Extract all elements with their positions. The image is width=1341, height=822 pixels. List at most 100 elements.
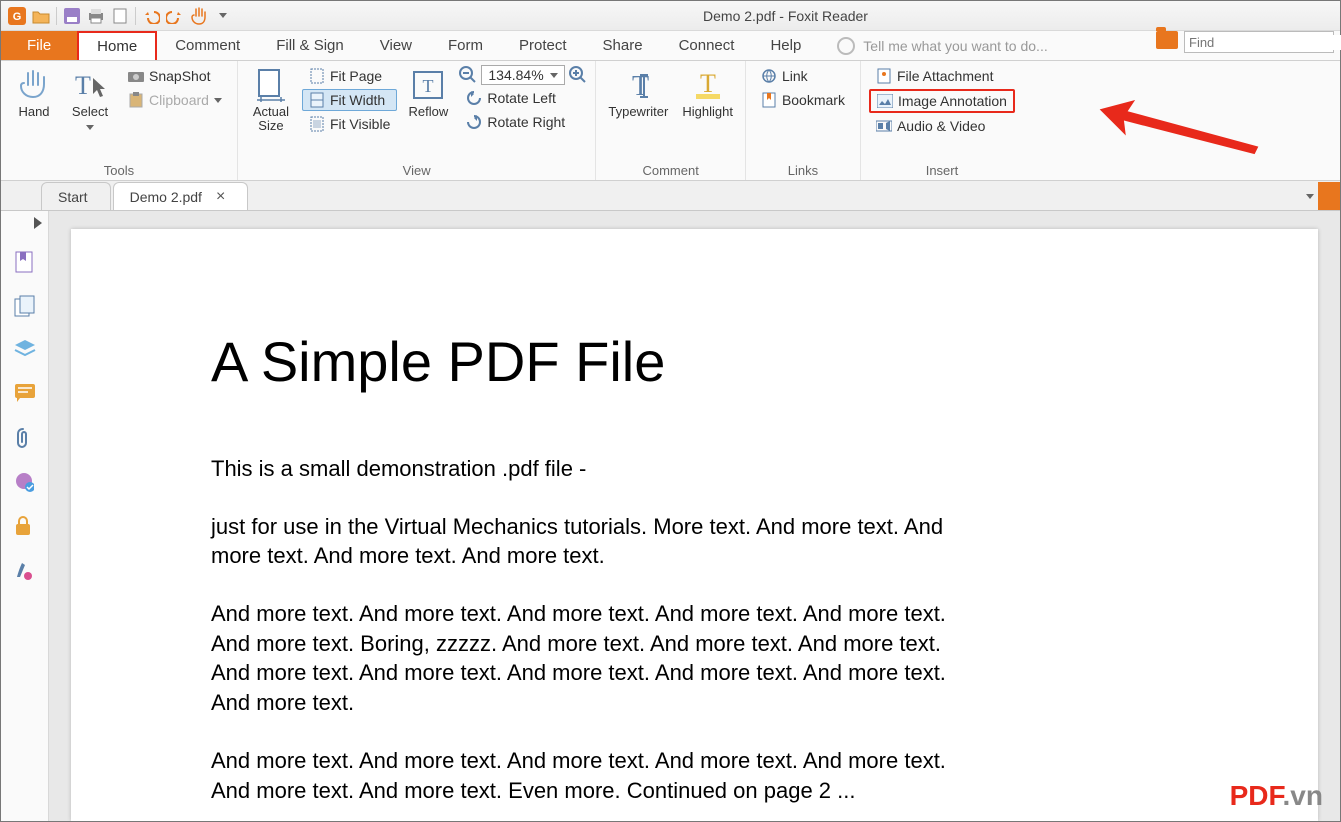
bulb-icon (837, 37, 855, 55)
snapshot-label: SnapShot (149, 68, 211, 84)
link-button[interactable]: Link (754, 65, 852, 87)
tab-home[interactable]: Home (77, 31, 157, 60)
security-panel-icon[interactable] (14, 515, 36, 537)
zoom-value-field[interactable]: 134.84% (481, 65, 565, 85)
tell-me-search[interactable]: Tell me what you want to do... (837, 31, 1047, 60)
open-icon[interactable] (29, 4, 53, 28)
qat-dropdown-icon[interactable] (211, 4, 235, 28)
doctab-menu-icon[interactable] (1306, 194, 1314, 199)
zoom-controls: 134.84% (459, 65, 587, 85)
rotate-left-label: Rotate Left (487, 90, 556, 106)
audio-video-label: Audio & Video (897, 118, 985, 134)
save-icon[interactable] (60, 4, 84, 28)
page-icon[interactable] (108, 4, 132, 28)
clipboard-icon (128, 92, 144, 108)
fit-page-label: Fit Page (330, 68, 382, 84)
tab-help[interactable]: Help (752, 31, 819, 60)
layers-panel-icon[interactable] (14, 339, 36, 361)
svg-text:T: T (75, 71, 91, 100)
bookmark-icon (761, 92, 777, 108)
select-icon: T (72, 67, 108, 103)
navigation-sidebar (1, 211, 49, 821)
image-annotation-icon (877, 93, 893, 109)
doctab-start[interactable]: Start (41, 182, 111, 210)
tab-file[interactable]: File (1, 31, 77, 60)
quick-access-toolbar: G Demo 2.pdf - Foxit Reader (1, 1, 1340, 31)
hand-button[interactable]: Hand (9, 65, 59, 121)
doc-paragraph: just for use in the Virtual Mechanics tu… (211, 512, 971, 571)
group-insert-label: Insert (869, 161, 1015, 178)
document-view[interactable]: A Simple PDF File This is a small demons… (49, 211, 1340, 821)
tab-fill-sign[interactable]: Fill & Sign (258, 31, 362, 60)
tab-comment[interactable]: Comment (157, 31, 258, 60)
find-input[interactable] (1189, 35, 1341, 50)
image-annotation-button[interactable]: Image Annotation (869, 89, 1015, 113)
hand-label: Hand (18, 105, 49, 119)
rotate-right-button[interactable]: Rotate Right (459, 111, 587, 133)
sign-panel-icon[interactable] (14, 559, 36, 581)
doctab-demo-label: Demo 2.pdf (130, 189, 202, 205)
tab-view[interactable]: View (362, 31, 430, 60)
select-button[interactable]: T Select (65, 65, 115, 136)
attachments-panel-icon[interactable] (14, 427, 36, 449)
bookmark-label: Bookmark (782, 92, 845, 108)
comments-panel-icon[interactable] (14, 383, 36, 405)
actual-size-label: Actual Size (253, 105, 289, 134)
app-logo-icon[interactable]: G (5, 4, 29, 28)
side-panel-toggle[interactable] (1318, 182, 1340, 210)
close-icon[interactable]: × (216, 188, 225, 206)
tab-connect[interactable]: Connect (661, 31, 753, 60)
fit-width-button[interactable]: Fit Width (302, 89, 397, 111)
print-icon[interactable] (84, 4, 108, 28)
bookmark-button[interactable]: Bookmark (754, 89, 852, 111)
clipboard-label: Clipboard (149, 92, 209, 108)
pages-panel-icon[interactable] (14, 295, 36, 317)
doc-paragraph: And more text. And more text. And more t… (211, 599, 971, 718)
typewriter-button[interactable]: T Typewriter (604, 65, 672, 121)
redo-icon[interactable] (163, 4, 187, 28)
actual-size-button[interactable]: Actual Size (246, 65, 296, 136)
fit-width-label: Fit Width (330, 92, 385, 108)
audio-video-icon (876, 118, 892, 134)
doc-heading: A Simple PDF File (211, 329, 1178, 394)
open-folder-icon[interactable] (1156, 31, 1178, 49)
rotate-left-button[interactable]: Rotate Left (459, 87, 587, 109)
bookmarks-panel-icon[interactable] (14, 251, 36, 273)
tab-share[interactable]: Share (585, 31, 661, 60)
zoom-in-icon[interactable] (569, 66, 587, 84)
camera-icon (128, 68, 144, 84)
file-attachment-button[interactable]: File Attachment (869, 65, 1015, 87)
reflow-label: Reflow (409, 105, 449, 119)
group-insert: File Attachment Image Annotation Audio &… (861, 61, 1023, 180)
audio-video-button[interactable]: Audio & Video (869, 115, 1015, 137)
reflow-button[interactable]: T Reflow (403, 65, 453, 121)
hand-qat-icon[interactable] (187, 4, 211, 28)
tab-protect[interactable]: Protect (501, 31, 585, 60)
group-links-label: Links (754, 161, 852, 178)
fit-page-button[interactable]: Fit Page (302, 65, 397, 87)
fit-visible-label: Fit Visible (330, 116, 390, 132)
clipboard-button[interactable]: Clipboard (121, 89, 229, 111)
tell-me-label: Tell me what you want to do... (863, 38, 1047, 54)
app-title: Demo 2.pdf - Foxit Reader (235, 8, 1336, 24)
group-tools: Hand T Select SnapShot Clipboard Tools (1, 61, 238, 180)
doc-paragraph: This is a small demonstration .pdf file … (211, 454, 971, 484)
tab-form[interactable]: Form (430, 31, 501, 60)
find-box[interactable] (1184, 31, 1334, 53)
fit-page-icon (309, 68, 325, 84)
fit-visible-icon (309, 116, 325, 132)
signatures-panel-icon[interactable] (14, 471, 36, 493)
snapshot-button[interactable]: SnapShot (121, 65, 229, 87)
sidebar-expand-icon[interactable] (34, 217, 42, 229)
main-area: A Simple PDF File This is a small demons… (1, 211, 1340, 821)
menu-tabs: File Home Comment Fill & Sign View Form … (1, 31, 1340, 61)
group-comment: T Typewriter T Highlight Comment (596, 61, 746, 180)
group-comment-label: Comment (604, 161, 737, 178)
zoom-out-icon[interactable] (459, 66, 477, 84)
ribbon: Hand T Select SnapShot Clipboard Tools A… (1, 61, 1340, 181)
undo-icon[interactable] (139, 4, 163, 28)
typewriter-icon: T (620, 67, 656, 103)
fit-visible-button[interactable]: Fit Visible (302, 113, 397, 135)
doctab-demo[interactable]: Demo 2.pdf × (113, 182, 249, 210)
highlight-button[interactable]: T Highlight (678, 65, 737, 121)
